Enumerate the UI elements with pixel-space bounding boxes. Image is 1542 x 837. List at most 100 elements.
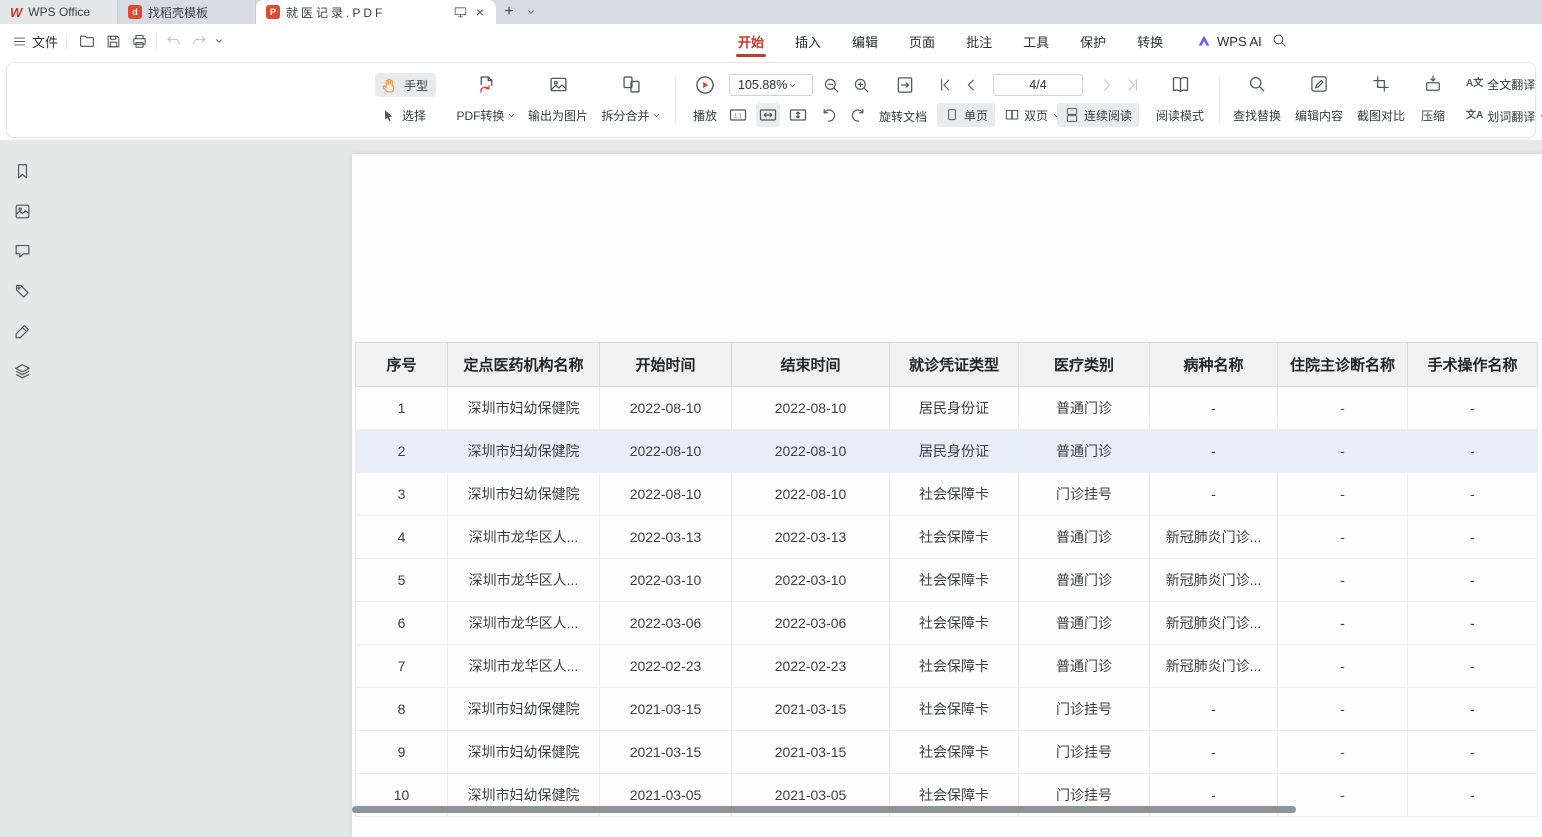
layers-icon	[13, 362, 32, 381]
hand-tool-button[interactable]: 手型	[375, 73, 436, 97]
zoom-out-button[interactable]	[819, 73, 843, 97]
rotate-right-button[interactable]	[846, 103, 870, 127]
bookmarks-pane-button[interactable]	[11, 160, 33, 182]
split-merge-button[interactable]: 拆分合并	[593, 71, 669, 129]
rotate-left-button[interactable]	[816, 103, 840, 127]
last-page-button[interactable]	[1121, 73, 1145, 97]
locate-page-button[interactable]	[893, 73, 917, 97]
table-cell: 2022-03-06	[732, 602, 890, 645]
table-cell: -	[1150, 473, 1278, 516]
thumbnails-pane-button[interactable]	[11, 200, 33, 222]
select-tool-button[interactable]: 选择	[375, 103, 434, 127]
table-cell: 社会保障卡	[890, 602, 1019, 645]
menu-tab-tools[interactable]: 工具	[1023, 24, 1049, 58]
table-cell: 普通门诊	[1019, 602, 1150, 645]
single-page-button[interactable]: 单页	[937, 103, 995, 127]
tab-docer-templates[interactable]: d 找稻壳模板	[118, 0, 256, 24]
divider	[156, 33, 157, 49]
left-panel-dock	[0, 140, 44, 837]
new-tab-button[interactable]: +	[496, 0, 522, 24]
menu-tab-comment[interactable]: 批注	[966, 24, 992, 58]
undo-button[interactable]	[160, 29, 186, 53]
menu-bar: 文件	[0, 24, 1542, 58]
play-button[interactable]: 播放	[683, 71, 727, 129]
next-page-button[interactable]	[1095, 73, 1119, 97]
table-cell: 社会保障卡	[890, 731, 1019, 774]
compress-icon	[1423, 74, 1443, 94]
more-commands-button[interactable]	[210, 29, 228, 53]
pdf-convert-button[interactable]: PDF转换	[451, 71, 521, 129]
find-replace-button[interactable]: 查找替换	[1229, 71, 1285, 129]
zoom-combobox[interactable]	[729, 74, 813, 96]
save-button[interactable]	[100, 29, 126, 53]
divider	[66, 33, 67, 49]
signature-pane-button[interactable]	[11, 320, 33, 342]
table-cell: 2	[356, 430, 448, 473]
table-cell: 2022-03-10	[600, 559, 732, 602]
table-cell: 深圳市妇幼保健院	[448, 731, 600, 774]
edit-content-button[interactable]: 编辑内容	[1291, 71, 1347, 129]
menu-tab-convert[interactable]: 转换	[1137, 24, 1163, 58]
open-file-button[interactable]	[74, 29, 100, 53]
menu-tab-protect[interactable]: 保护	[1080, 24, 1106, 58]
layers-pane-button[interactable]	[11, 360, 33, 382]
menu-tab-page[interactable]: 页面	[909, 24, 935, 58]
present-monitor-icon[interactable]	[453, 5, 468, 20]
folder-icon	[78, 32, 96, 50]
word-translate-button[interactable]: 文A 划词翻译	[1459, 104, 1542, 128]
first-page-button[interactable]	[933, 73, 957, 97]
table-cell: -	[1150, 430, 1278, 473]
tab-wps-office[interactable]: W WPS Office	[0, 0, 118, 24]
print-button[interactable]	[126, 29, 152, 53]
double-page-label: 双页	[1024, 107, 1048, 124]
edit-content-icon	[1309, 74, 1329, 94]
actual-size-button[interactable]: 1:1	[726, 103, 750, 127]
compress-button[interactable]: 压缩	[1415, 71, 1451, 129]
column-header: 结束时间	[732, 343, 890, 387]
fit-page-button[interactable]	[786, 103, 810, 127]
continuous-reading-button[interactable]: 连续阅读	[1057, 103, 1139, 127]
redo-button[interactable]	[186, 29, 212, 53]
rotate-document-button[interactable]: 旋转文档	[879, 108, 927, 125]
tab-label: WPS Office	[28, 5, 90, 19]
menu-search-button[interactable]	[1271, 32, 1288, 54]
fit-width-button[interactable]	[756, 103, 780, 127]
table-cell: -	[1150, 387, 1278, 430]
cursor-icon	[381, 108, 396, 123]
zoom-input[interactable]	[730, 78, 788, 92]
tab-document[interactable]: P 就医记录.PDF ×	[256, 0, 496, 24]
rotate-ccw-icon	[819, 106, 838, 125]
fit-page-icon	[788, 105, 808, 125]
pdf-convert-label: PDF转换	[456, 107, 504, 124]
page-number-input[interactable]	[993, 74, 1083, 96]
zoom-in-button[interactable]	[849, 73, 873, 97]
menu-tab-home[interactable]: 开始	[738, 24, 764, 58]
divider	[675, 75, 676, 125]
chevron-down-icon	[788, 81, 797, 90]
previous-page-button[interactable]	[959, 73, 983, 97]
tags-pane-button[interactable]	[11, 280, 33, 302]
pdf-page[interactable]: 序号定点医药机构名称开始时间结束时间就诊凭证类型医疗类别病种名称住院主诊断名称手…	[352, 154, 1542, 837]
screenshot-compare-button[interactable]: 截图对比	[1353, 71, 1409, 129]
full-translate-button[interactable]: A文 全文翻译	[1459, 72, 1542, 96]
table-cell: 门诊挂号	[1019, 473, 1150, 516]
menu-tab-insert[interactable]: 插入	[795, 24, 821, 58]
export-image-button[interactable]: 输出为图片	[523, 71, 593, 129]
tag-icon	[13, 282, 32, 301]
last-page-icon	[1124, 76, 1142, 94]
wps-ai-button[interactable]: WPS AI	[1196, 24, 1262, 58]
file-menu-button[interactable]: 文件	[12, 24, 58, 58]
horizontal-scrollbar[interactable]	[352, 806, 1296, 813]
tab-list-chevron-icon[interactable]	[522, 0, 540, 24]
table-cell: 3	[356, 473, 448, 516]
table-cell: 深圳市妇幼保健院	[448, 387, 600, 430]
select-tool-label: 选择	[402, 107, 426, 124]
close-tab-icon[interactable]: ×	[474, 4, 486, 20]
table-cell: -	[1408, 559, 1538, 602]
reading-mode-button[interactable]: 阅读模式	[1149, 71, 1211, 129]
column-header: 病种名称	[1150, 343, 1278, 387]
table-row: 1深圳市妇幼保健院2022-08-102022-08-10居民身份证普通门诊--…	[356, 387, 1538, 430]
comments-pane-button[interactable]	[11, 240, 33, 262]
menu-tab-edit[interactable]: 编辑	[852, 24, 878, 58]
table-cell: 9	[356, 731, 448, 774]
